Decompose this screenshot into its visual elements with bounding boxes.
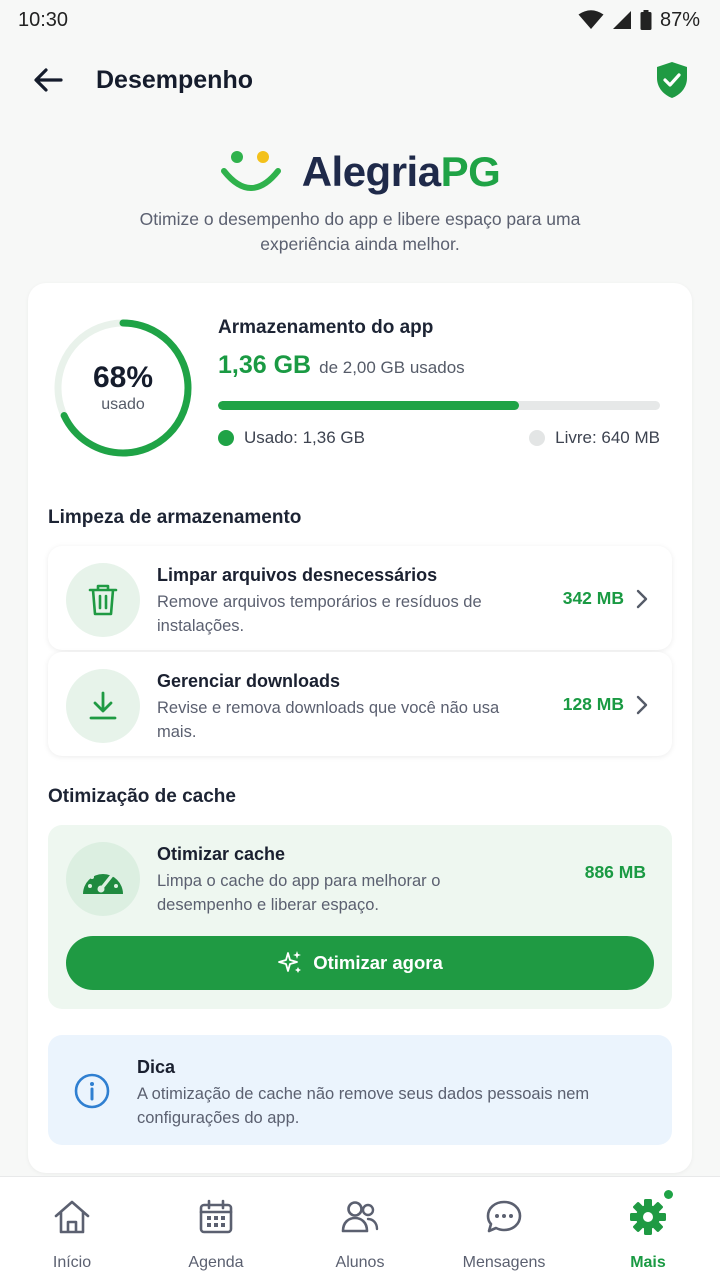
info-icon	[74, 1073, 110, 1109]
battery-icon	[640, 10, 652, 30]
nav-item-mais[interactable]: Mais	[576, 1177, 720, 1280]
manage-downloads-item[interactable]: Gerenciar downloads Revise e remova down…	[48, 652, 672, 756]
storage-usage: 1,36 GB de 2,00 GB usados	[218, 351, 465, 380]
brand-name-part2: PG	[440, 148, 501, 195]
calendar-icon	[196, 1197, 236, 1237]
clean-files-description: Remove arquivos temporários e resíduos d…	[157, 593, 482, 635]
brand-logo: AlegriaPG	[0, 148, 720, 196]
legend-used-dot	[218, 430, 234, 446]
optimize-now-button[interactable]: Otimizar agora	[66, 936, 654, 990]
storage-used-caption: usado	[101, 396, 145, 413]
storage-title: Armazenamento do app	[218, 317, 434, 338]
legend-used: Usado: 1,36 GB	[218, 428, 365, 448]
downloads-icon-circle	[66, 669, 140, 743]
nav-label-agenda: Agenda	[188, 1254, 244, 1271]
manage-downloads-title: Gerenciar downloads	[157, 671, 341, 691]
trash-icon	[88, 584, 118, 616]
cache-icon-circle	[66, 842, 140, 916]
nav-label-alunos: Alunos	[335, 1254, 385, 1271]
users-icon	[340, 1197, 380, 1237]
legend-free-label: Livre: 640 MB	[555, 428, 660, 447]
status-time: 10:30	[18, 8, 69, 31]
optimize-now-label: Otimizar agora	[313, 952, 443, 973]
app-bar: Desempenho	[0, 40, 720, 120]
cache-description: Limpa o cache do app para melhorar o des…	[157, 872, 441, 914]
security-shield-button[interactable]	[652, 60, 692, 100]
clean-files-item[interactable]: Limpar arquivos desnecessários Remove ar…	[48, 546, 672, 650]
chat-icon	[484, 1197, 524, 1237]
nav-item-alunos[interactable]: Alunos	[288, 1177, 432, 1280]
storage-progress-bar	[218, 401, 660, 410]
wifi-icon	[578, 10, 604, 29]
nav-label-mais: Mais	[630, 1254, 666, 1271]
bottom-navigation: Início Agenda Alunos Mensagens Mais	[0, 1176, 720, 1280]
legend-free-dot	[529, 430, 546, 446]
tip-box: Dica A otimização de cache não remove se…	[48, 1035, 672, 1145]
performance-card: 68% usado Armazenamento do app 1,36 GB d…	[28, 283, 692, 1173]
back-button[interactable]	[28, 60, 68, 100]
notification-dot	[664, 1190, 673, 1199]
cache-section-title: Otimização de cache	[48, 786, 236, 807]
gear-icon	[628, 1197, 668, 1237]
manage-downloads-size: 128 MB	[562, 694, 624, 714]
storage-progress-fill	[218, 401, 519, 410]
nav-item-inicio[interactable]: Início	[0, 1177, 144, 1280]
speedometer-icon	[83, 867, 123, 894]
chevron-right-icon	[632, 586, 652, 612]
download-icon	[89, 691, 117, 720]
clean-files-size: 342 MB	[562, 588, 624, 608]
cache-title: Otimizar cache	[157, 844, 286, 864]
chevron-right-icon	[632, 692, 652, 718]
nav-item-agenda[interactable]: Agenda	[144, 1177, 288, 1280]
storage-total: de 2,00 GB usados	[319, 358, 465, 377]
status-icons: 87%	[578, 9, 700, 32]
cache-size: 886 MB	[584, 862, 646, 882]
tip-title: Dica	[137, 1057, 176, 1077]
storage-percent: 68%	[92, 361, 154, 394]
tip-text: A otimização de cache não remove seus da…	[137, 1085, 590, 1127]
brand-name-part1: Alegria	[301, 148, 441, 195]
home-icon	[52, 1197, 92, 1237]
page-title: Desempenho	[96, 65, 253, 94]
nav-item-mensagens[interactable]: Mensagens	[432, 1177, 576, 1280]
cache-optimization-box: Otimizar cache Limpa o cache do app para…	[48, 825, 672, 1009]
cleanup-section-title: Limpeza de armazenamento	[48, 507, 302, 528]
status-bar: 10:30 87%	[0, 0, 720, 40]
clean-files-title: Limpar arquivos desnecessários	[157, 565, 438, 585]
storage-ring-label: 68% usado	[52, 317, 194, 459]
sparkles-icon	[278, 951, 302, 973]
nav-label-inicio: Início	[52, 1254, 92, 1271]
storage-used-value: 1,36 GB	[218, 351, 312, 379]
nav-label-mensagens: Mensagens	[462, 1254, 546, 1271]
brand-name: AlegriaPG	[302, 148, 501, 196]
legend-used-label: Usado: 1,36 GB	[244, 428, 365, 447]
smile-logo-icon	[220, 151, 281, 191]
page-subtitle: Otimize o desempenho do app e libere esp…	[139, 209, 581, 254]
signal-icon	[612, 11, 631, 29]
legend-free: Livre: 640 MB	[529, 428, 660, 448]
battery-level: 87%	[659, 8, 700, 31]
shield-check-icon	[657, 62, 687, 98]
arrow-left-icon	[34, 68, 63, 92]
clean-files-icon-circle	[66, 563, 140, 637]
manage-downloads-description: Revise e remova downloads que você não u…	[157, 699, 500, 741]
